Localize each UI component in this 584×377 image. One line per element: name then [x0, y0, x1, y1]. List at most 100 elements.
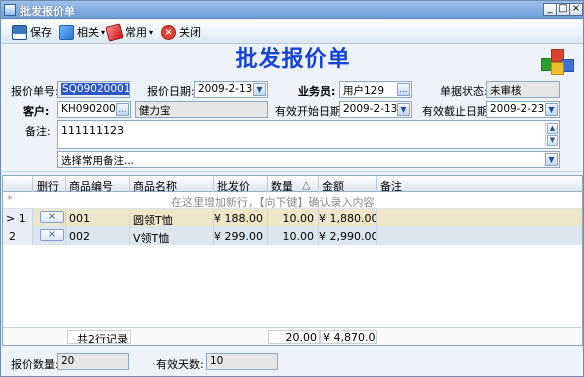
product-code-cell[interactable]: 002	[66, 227, 130, 245]
form-divider	[1, 171, 583, 172]
column-quantity-label: 数量	[271, 180, 293, 192]
chevron-down-icon[interactable]: ▼	[397, 103, 410, 116]
quote-number-value: SQ09020001	[61, 83, 130, 95]
quote-number-field[interactable]: SQ09020001	[57, 81, 130, 98]
cubes-logo-icon	[541, 46, 577, 76]
chevron-down-icon[interactable]: ▼	[253, 83, 266, 96]
new-row-marker: *	[7, 193, 13, 206]
title-bar: 批发报价单 _ □ ×	[1, 1, 583, 19]
common-button[interactable]: 常用 ▾	[105, 22, 154, 42]
row-indicator: 2	[3, 227, 33, 245]
window-title: 批发报价单	[20, 5, 75, 18]
remark-cell[interactable]	[377, 209, 582, 227]
remark-cell[interactable]	[377, 227, 582, 245]
quote-date-value: 2009-2-13	[198, 83, 253, 95]
new-row[interactable]: * 在这里增加新行，【向下键】确认录入内容	[3, 192, 582, 209]
grid-summary-row: 共2行记录 20.00 ¥ 4,870.00	[3, 327, 582, 345]
remark-scrollbar[interactable]: ▲ ▼	[545, 122, 558, 147]
bottom-summary: 报价数量: 20 有效天数: 10	[1, 348, 583, 376]
remark-textarea[interactable]: 111111123 ▲ ▼	[57, 120, 560, 149]
customer-name-value: 健力宝	[139, 105, 171, 117]
document-status-field: 未审核	[486, 81, 560, 98]
maximize-button[interactable]: □	[556, 3, 570, 16]
close-icon: ×	[161, 24, 176, 40]
quantity-cell[interactable]: 10.00	[268, 227, 319, 245]
delete-row-button[interactable]: ×	[40, 211, 64, 223]
common-label: 常用	[125, 26, 147, 39]
amount-cell[interactable]: ¥ 2,990.00	[319, 227, 377, 245]
delete-row-button[interactable]: ×	[40, 229, 64, 241]
lookup-icon[interactable]: …	[397, 83, 410, 96]
row-header-blank	[3, 176, 33, 192]
remark-value: 111111123	[61, 124, 124, 137]
save-icon	[12, 24, 27, 40]
amount-cell[interactable]: ¥ 1,880.00	[319, 209, 377, 227]
product-name-cell[interactable]: V领T恤	[130, 227, 214, 245]
scroll-down-icon[interactable]: ▼	[547, 135, 558, 146]
new-row-hint: 在这里增加新行，【向下键】确认录入内容	[171, 196, 375, 209]
app-icon	[4, 4, 16, 16]
common-remark-value: 选择常用备注...	[61, 155, 135, 167]
valid-start-date-field[interactable]: 2009-2-13 ▼	[339, 101, 412, 118]
quantity-total: 20.00	[268, 330, 320, 344]
toolbar-separator	[156, 24, 157, 40]
save-label: 保存	[30, 26, 52, 39]
valid-end-date-field[interactable]: 2009-2-23 ▼	[486, 101, 560, 118]
chevron-down-icon[interactable]: ▼	[545, 103, 558, 116]
minimize-button[interactable]: _	[543, 3, 557, 16]
column-product-name[interactable]: 商品名称	[130, 176, 214, 192]
remark-label: 备注:	[25, 125, 51, 138]
chevron-down-icon: ▾	[101, 27, 106, 37]
valid-days-label: 有效天数:	[156, 358, 204, 371]
amount-total: ¥ 4,870.00	[320, 330, 377, 344]
price-cell[interactable]: ¥ 188.00	[214, 209, 268, 227]
related-button[interactable]: 相关 ▾	[59, 23, 105, 41]
common-icon	[105, 22, 124, 42]
table-row[interactable]: > 1 × 001 圆领T恤 ¥ 188.00 10.00 ¥ 1,880.00	[3, 209, 582, 227]
sort-icon: △	[302, 178, 311, 191]
valid-end-date-label: 有效截止日期:	[422, 105, 492, 118]
column-product-code[interactable]: 商品编号	[66, 176, 130, 192]
product-code-cell[interactable]: 001	[66, 209, 130, 227]
quantity-cell[interactable]: 10.00	[268, 209, 319, 227]
column-quantity[interactable]: 数量 △	[268, 176, 319, 192]
quote-date-field[interactable]: 2009-2-13 ▼	[194, 81, 268, 98]
scroll-up-icon[interactable]: ▲	[547, 123, 558, 134]
related-label: 相关	[77, 26, 99, 39]
common-remark-select[interactable]: 选择常用备注... ▼	[57, 151, 560, 168]
price-cell[interactable]: ¥ 299.00	[214, 227, 268, 245]
quote-count-label: 报价数量:	[11, 358, 59, 371]
column-wholesale-price[interactable]: 批发价	[214, 176, 268, 192]
close-label: 关闭	[179, 26, 201, 39]
valid-days-field: 10	[206, 353, 278, 370]
column-remark[interactable]: 备注	[377, 176, 582, 192]
quote-date-label: 报价日期:	[147, 85, 195, 98]
record-count: 共2行记录	[67, 330, 131, 344]
window-close-button[interactable]: ×	[569, 3, 583, 16]
quote-count-value: 20	[61, 355, 75, 367]
product-name-cell[interactable]: 圆领T恤	[130, 209, 214, 227]
salesman-label: 业务员:	[298, 85, 336, 98]
column-delete[interactable]: 删行	[33, 176, 66, 192]
customer-label: 客户:	[23, 105, 50, 118]
quote-count-field: 20	[57, 353, 129, 370]
salesman-field[interactable]: 用户129 …	[339, 81, 412, 98]
page-title: 批发报价单	[235, 46, 351, 72]
chevron-down-icon[interactable]: ▼	[545, 153, 558, 166]
customer-code-field[interactable]: KH09020001 …	[57, 101, 131, 118]
chevron-down-icon: ▾	[149, 27, 154, 37]
valid-days-value: 10	[210, 355, 224, 367]
quote-items-grid: 删行 商品编号 商品名称 批发价 数量 △ 金额 备注 * 在这里增加新行，【向…	[2, 175, 583, 346]
close-button[interactable]: × 关闭	[161, 23, 201, 41]
save-button[interactable]: 保存	[12, 23, 52, 41]
grid-header: 删行 商品编号 商品名称 批发价 数量 △ 金额 备注	[3, 176, 582, 192]
column-amount[interactable]: 金额	[319, 176, 377, 192]
customer-name-field: 健力宝	[135, 101, 268, 118]
yellow-cube-icon	[551, 62, 564, 75]
valid-start-date-label: 有效开始日期:	[275, 105, 345, 118]
table-row[interactable]: 2 × 002 V领T恤 ¥ 299.00 10.00 ¥ 2,990.00	[3, 227, 582, 245]
valid-end-date-value: 2009-2-23	[490, 103, 545, 115]
lookup-icon[interactable]: …	[116, 103, 129, 116]
price-quote-window: 批发报价单 _ □ × 保存 相关 ▾ 常用 ▾ × 关闭 批发报价单 报价单号…	[0, 0, 584, 377]
related-icon	[59, 24, 74, 40]
